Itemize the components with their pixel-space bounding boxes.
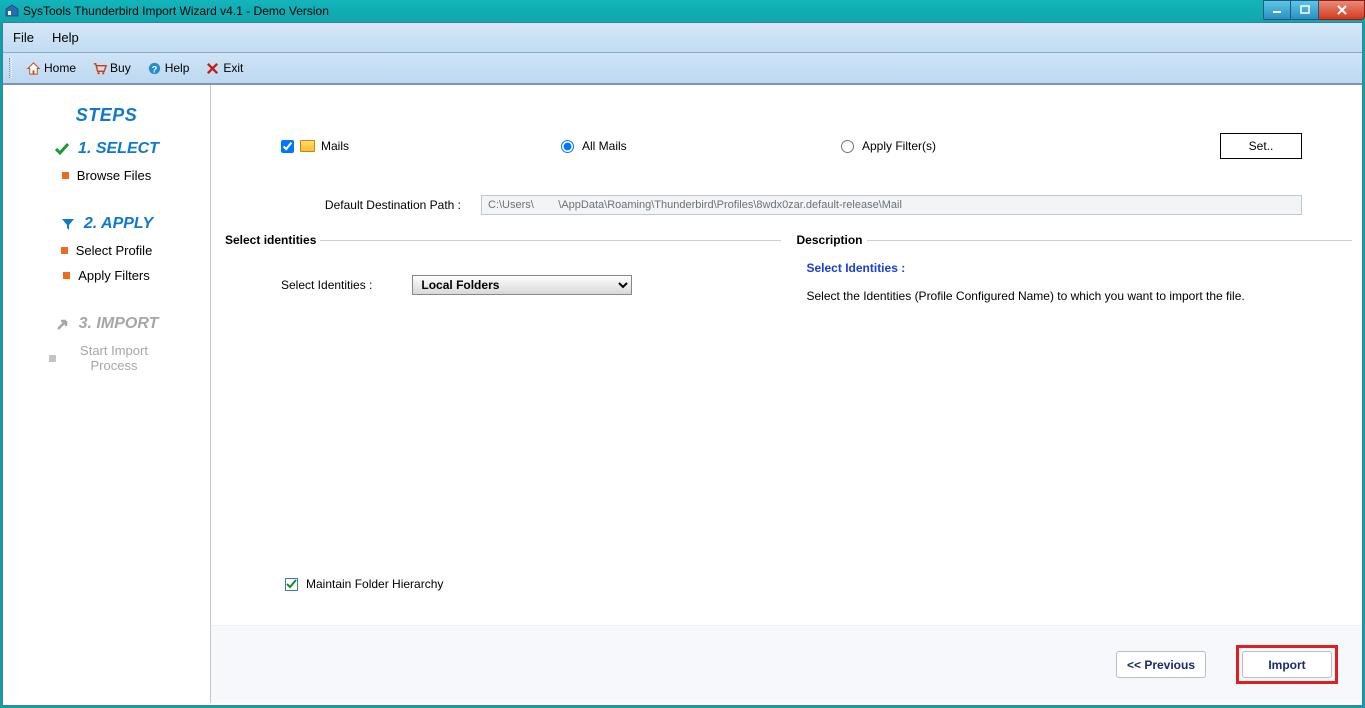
select-identities-dropdown[interactable]: Local Folders — [412, 275, 632, 295]
step-2-label: 2. APPLY — [84, 215, 153, 233]
mails-checkbox[interactable] — [281, 140, 294, 153]
toolbar-exit[interactable]: Exit — [199, 59, 249, 78]
bullet-icon — [61, 247, 68, 254]
allmails-label: All Mails — [582, 139, 627, 153]
description-panel: Description Select Identities : Select t… — [793, 240, 1353, 545]
toolbar-help-label: Help — [165, 61, 190, 75]
step-3: 3. IMPORT — [3, 315, 210, 333]
buy-icon — [92, 61, 107, 76]
import-button[interactable]: Import — [1242, 651, 1332, 678]
menu-file[interactable]: File — [13, 30, 34, 45]
allmails-group: All Mails — [561, 139, 841, 153]
applyfilter-group: Apply Filter(s) — [841, 139, 1041, 153]
filter-row: Mails All Mails Apply Filter(s) Set.. — [281, 133, 1302, 159]
maximize-button[interactable] — [1291, 0, 1319, 20]
select-identities-label: Select Identities : — [281, 278, 372, 292]
toolbar-buy-label: Buy — [110, 61, 131, 75]
check-icon — [54, 141, 70, 157]
maintain-checkbox[interactable] — [285, 578, 298, 591]
window-title: SysTools Thunderbird Import Wizard v4.1 … — [23, 4, 329, 18]
step-3-block: 3. IMPORT Start Import Process — [3, 315, 210, 373]
menu-help[interactable]: Help — [52, 30, 79, 45]
window-controls — [1263, 0, 1365, 20]
step-2-sub-1-label: Select Profile — [76, 243, 153, 258]
menubar: File Help — [3, 23, 1362, 53]
steps-heading: STEPS — [3, 105, 210, 126]
set-button[interactable]: Set.. — [1220, 133, 1302, 159]
step-3-sub-1-label: Start Import Process — [64, 343, 164, 373]
arrow-icon — [55, 316, 71, 332]
toolbar-home[interactable]: Home — [20, 59, 82, 78]
toolbar-help[interactable]: ? Help — [141, 59, 196, 78]
home-icon — [26, 61, 41, 76]
bullet-icon — [62, 172, 69, 179]
description-text: Select the Identities (Profile Configure… — [807, 289, 1345, 303]
maintain-folder-row: Maintain Folder Hierarchy — [285, 577, 443, 591]
help-icon: ? — [147, 61, 162, 76]
step-1-sub-1: Browse Files — [3, 168, 210, 183]
body: STEPS 1. SELECT Browse Files 2. APPLY — [3, 85, 1362, 703]
step-3-sub-1: Start Import Process — [3, 343, 210, 373]
applyfilter-radio[interactable] — [841, 140, 854, 153]
import-highlight: Import — [1236, 645, 1338, 684]
filter-icon — [60, 216, 76, 232]
step-1: 1. SELECT — [3, 140, 210, 158]
select-identities-title: Select identities — [221, 233, 320, 247]
toolbar-exit-label: Exit — [223, 61, 243, 75]
mails-label: Mails — [321, 139, 349, 153]
bullet-icon — [49, 355, 56, 362]
panels: Select identities Select Identities : Lo… — [221, 240, 1352, 545]
previous-button[interactable]: << Previous — [1116, 651, 1206, 678]
app-frame: File Help Home Buy ? Help Exit STEPS — [2, 22, 1363, 706]
set-group: Set.. — [1220, 133, 1302, 159]
step-2-block: 2. APPLY Select Profile Apply Filters — [3, 215, 210, 283]
description-heading: Select Identities : — [807, 261, 1345, 275]
mails-group: Mails — [281, 139, 561, 153]
main-content: Mails All Mails Apply Filter(s) Set.. De… — [211, 85, 1362, 703]
step-2: 2. APPLY — [3, 215, 210, 233]
toolbar-buy[interactable]: Buy — [86, 59, 137, 78]
step-2-sub-1: Select Profile — [3, 243, 210, 258]
maintain-label: Maintain Folder Hierarchy — [306, 577, 443, 591]
step-1-label: 1. SELECT — [78, 140, 159, 158]
step-1-sub-1-label: Browse Files — [77, 168, 151, 183]
destination-row: Default Destination Path : — [281, 195, 1302, 215]
select-identities-row: Select Identities : Local Folders — [281, 275, 771, 295]
toolbar-grip — [9, 58, 12, 78]
folder-icon — [300, 140, 315, 152]
applyfilter-label: Apply Filter(s) — [862, 139, 936, 153]
minimize-button[interactable] — [1263, 0, 1291, 20]
toolbar: Home Buy ? Help Exit — [3, 53, 1362, 85]
footer: << Previous Import — [211, 625, 1362, 703]
destination-input — [481, 195, 1302, 215]
svg-text:?: ? — [151, 64, 157, 74]
steps-sidebar: STEPS 1. SELECT Browse Files 2. APPLY — [3, 85, 211, 703]
step-2-sub-2-label: Apply Filters — [78, 268, 150, 283]
app-icon — [5, 4, 19, 18]
allmails-radio[interactable] — [561, 140, 574, 153]
bullet-icon — [63, 272, 70, 279]
close-button[interactable] — [1319, 0, 1365, 20]
description-title: Description — [793, 233, 867, 247]
titlebar: SysTools Thunderbird Import Wizard v4.1 … — [0, 0, 1365, 22]
destination-label: Default Destination Path : — [281, 198, 461, 212]
toolbar-home-label: Home — [44, 61, 76, 75]
step-2-sub-2: Apply Filters — [3, 268, 210, 283]
exit-icon — [205, 61, 220, 76]
select-identities-panel: Select identities Select Identities : Lo… — [221, 240, 781, 545]
step-1-block: 1. SELECT Browse Files — [3, 140, 210, 183]
step-3-label: 3. IMPORT — [79, 315, 159, 333]
